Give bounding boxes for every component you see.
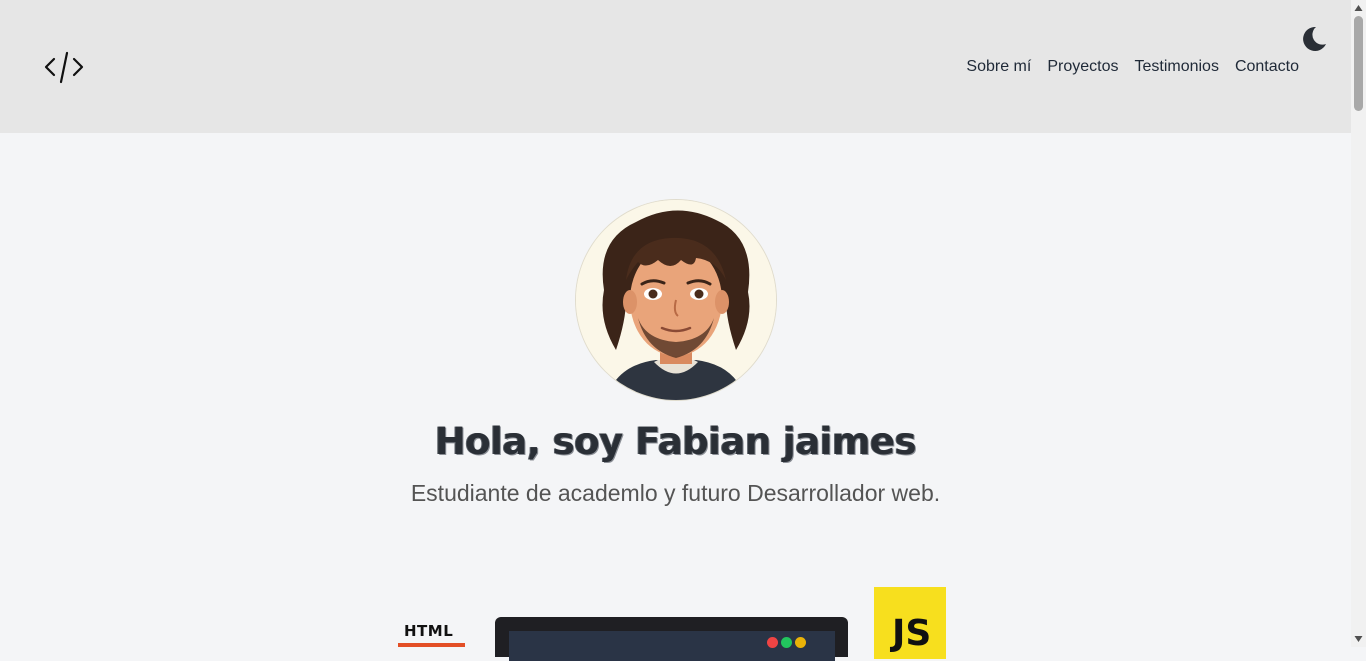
avatar-illustration-icon (576, 200, 776, 400)
laptop-illustration (495, 617, 848, 661)
window-dot-red (767, 637, 778, 648)
code-icon[interactable] (44, 49, 84, 85)
nav-link-proyectos[interactable]: Proyectos (1047, 58, 1118, 76)
window-dot-green (781, 637, 792, 648)
html-logo: HTML (398, 622, 466, 647)
html-logo-bar (398, 643, 465, 647)
page-scrollbar[interactable] (1351, 0, 1366, 647)
js-logo: JS (874, 587, 946, 659)
site-header: Sobre mí Proyectos Testimonios Contacto (0, 0, 1351, 133)
moon-icon[interactable] (1299, 25, 1327, 53)
hero-subtitle: Estudiante de academlo y futuro Desarrol… (410, 480, 941, 506)
main-nav: Sobre mí Proyectos Testimonios Contacto (966, 58, 1299, 76)
scrollbar-thumb[interactable] (1354, 16, 1363, 111)
nav-link-contacto[interactable]: Contacto (1235, 58, 1299, 76)
scroll-down-arrow-icon[interactable] (1354, 635, 1363, 643)
window-dot-yellow (795, 637, 806, 648)
hero-title: Hola, soy Fabian jaimes (434, 420, 917, 463)
nav-link-sobre-mi[interactable]: Sobre mí (966, 58, 1031, 76)
avatar (576, 200, 776, 400)
js-logo-label: JS (892, 613, 932, 654)
nav-link-testimonios[interactable]: Testimonios (1134, 58, 1218, 76)
scroll-up-arrow-icon[interactable] (1354, 4, 1363, 12)
html-logo-label: HTML (404, 622, 454, 640)
